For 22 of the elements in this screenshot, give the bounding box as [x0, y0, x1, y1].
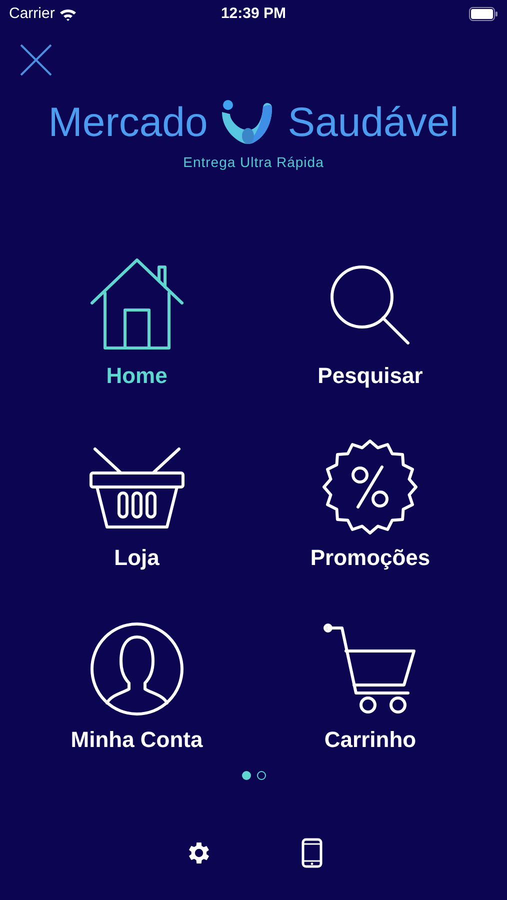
close-icon — [20, 44, 52, 76]
menu-item[interactable]: Loja — [20, 425, 254, 571]
logo-wordmark: Saudável — [288, 102, 459, 142]
battery-icon — [468, 7, 498, 21]
logo-wordmark: Mercado — [48, 102, 208, 142]
basket-icon — [88, 444, 185, 528]
smartphone-icon — [300, 838, 322, 868]
search-icon — [329, 264, 412, 346]
menu-item[interactable]: Minha Conta — [20, 607, 254, 753]
menu-item[interactable]: Promoções — [254, 425, 487, 571]
close-button[interactable] — [20, 44, 52, 76]
menu-item[interactable]: Carrinho — [254, 607, 487, 753]
status-time: 12:39 PM — [220, 4, 286, 24]
wifi-icon — [58, 8, 77, 20]
menu-item[interactable]: Home — [20, 243, 254, 389]
carrier-label: Carrier — [9, 4, 55, 24]
house-icon — [88, 256, 185, 352]
shopping-cart-icon — [322, 622, 418, 714]
menu-item[interactable]: Pesquisar — [254, 243, 487, 389]
user-avatar-icon — [88, 620, 185, 716]
logo-tagline: Entrega Ultra Rápida — [183, 153, 324, 172]
discount-badge-icon — [322, 438, 418, 534]
